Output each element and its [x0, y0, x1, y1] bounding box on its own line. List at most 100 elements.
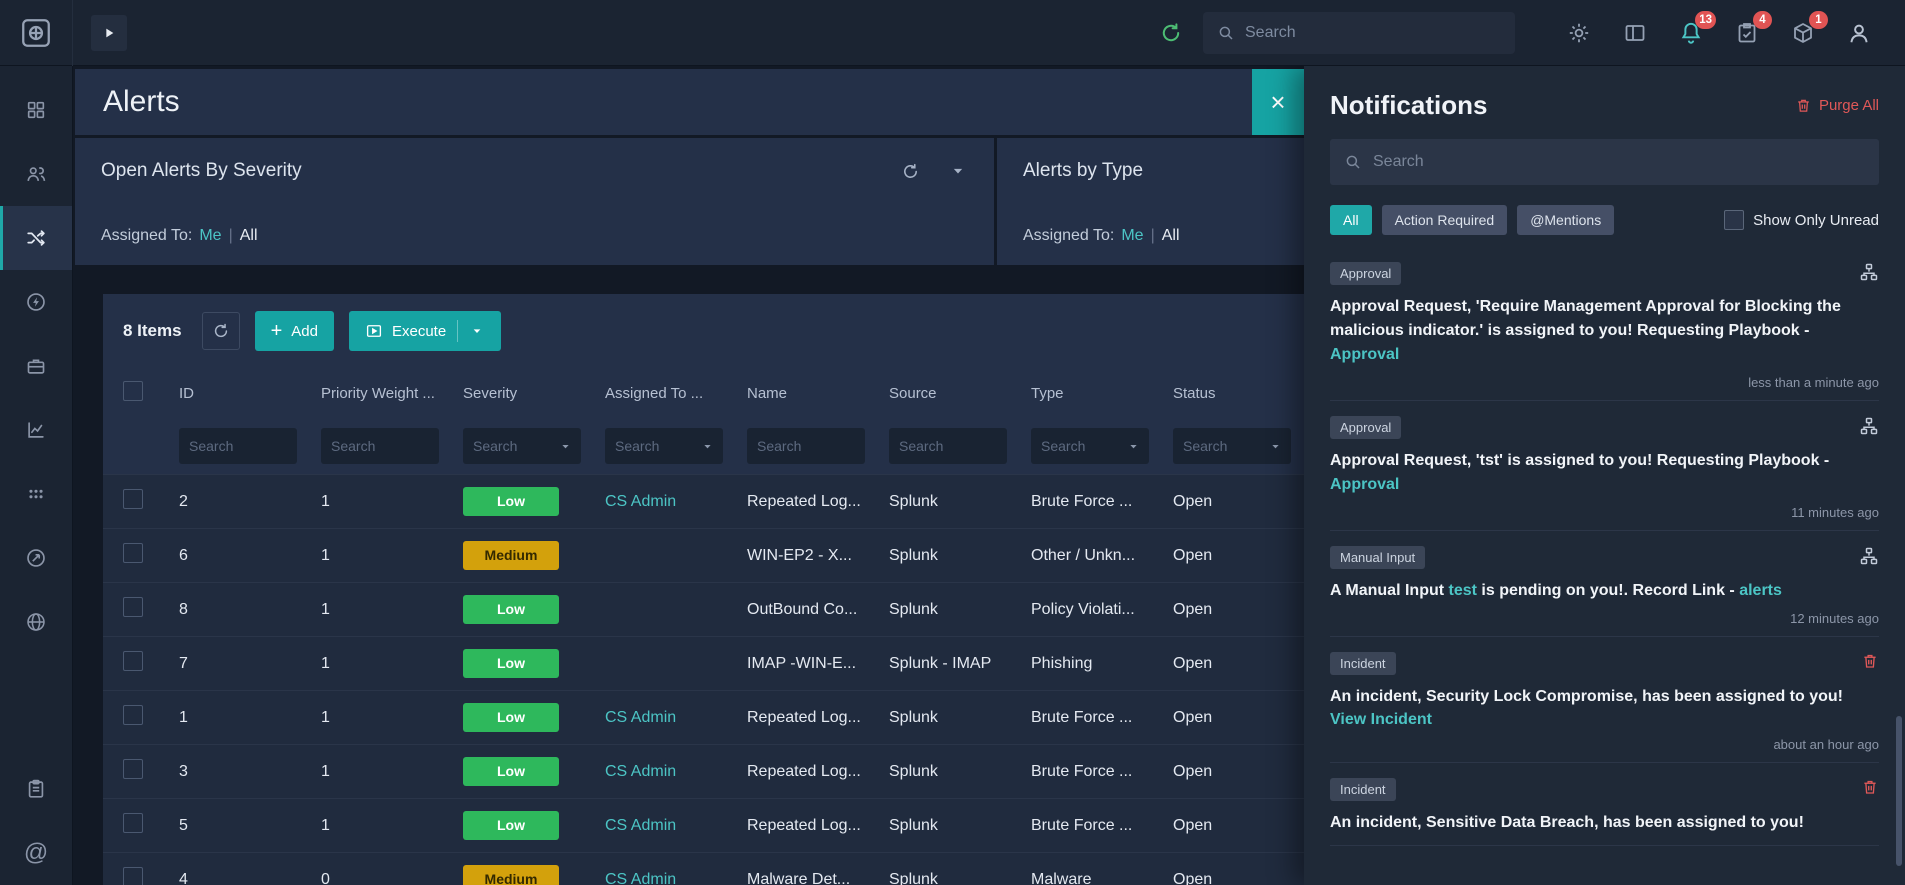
- table-row: 5 1 Low CS Admin Repeated Log... Splunk …: [103, 798, 1365, 852]
- execute-button[interactable]: Execute: [348, 311, 502, 351]
- scrollbar-thumb[interactable]: [1896, 716, 1902, 866]
- sidebar-item-at[interactable]: @: [0, 821, 72, 885]
- play-button[interactable]: [91, 14, 127, 51]
- filter-pill-action-required[interactable]: Action Required: [1381, 205, 1508, 235]
- global-search[interactable]: [1203, 11, 1515, 54]
- cell-name[interactable]: OutBound Co...: [731, 601, 873, 619]
- row-checkbox[interactable]: [123, 543, 143, 563]
- table-row: 1 1 Low CS Admin Repeated Log... Splunk …: [103, 690, 1365, 744]
- notifications-search-input[interactable]: [1373, 153, 1865, 171]
- global-search-input[interactable]: [1245, 23, 1501, 42]
- table-refresh-button[interactable]: [201, 312, 240, 350]
- notifications-search[interactable]: [1330, 139, 1879, 185]
- cell-name[interactable]: IMAP -WIN-E...: [731, 655, 873, 673]
- cell-name[interactable]: Repeated Log...: [731, 709, 873, 727]
- assigned-me-link[interactable]: Me: [199, 227, 221, 245]
- cell-assigned-to[interactable]: CS Admin: [589, 493, 731, 511]
- notification-action-link[interactable]: View Incident: [1330, 711, 1879, 729]
- cell-assigned-to[interactable]: CS Admin: [589, 871, 731, 885]
- row-checkbox[interactable]: [123, 867, 143, 885]
- sidebar-item-bolt[interactable]: [0, 270, 72, 334]
- notification-item[interactable]: Incident An incident, Sensitive Data Bre…: [1330, 763, 1879, 846]
- assigned-me-link[interactable]: Me: [1121, 227, 1143, 245]
- row-checkbox[interactable]: [123, 597, 143, 617]
- cell-name[interactable]: Malware Det...: [731, 871, 873, 885]
- notifications-bell-icon[interactable]: 13: [1677, 10, 1716, 47]
- chevron-down-icon[interactable]: [948, 161, 968, 181]
- filter-name-input[interactable]: [747, 428, 865, 464]
- column-header-source[interactable]: Source: [873, 385, 1015, 402]
- user-avatar[interactable]: [1845, 19, 1873, 47]
- filter-assigned-to-select[interactable]: Search: [605, 428, 723, 464]
- column-header-name[interactable]: Name: [731, 385, 873, 402]
- sidebar-item-people[interactable]: [0, 142, 72, 206]
- refresh-icon[interactable]: [901, 162, 920, 181]
- notifications-panel: Notifications Purge All All Action Requir…: [1304, 66, 1905, 885]
- delete-notification-icon[interactable]: [1861, 652, 1879, 670]
- delete-notification-icon[interactable]: [1861, 778, 1879, 796]
- filter-status-select[interactable]: Search: [1173, 428, 1291, 464]
- layout-columns-icon[interactable]: [1621, 19, 1649, 47]
- settings-gear-icon[interactable]: [1565, 19, 1593, 47]
- sidebar-item-chart[interactable]: [0, 398, 72, 462]
- cell-assigned-to[interactable]: CS Admin: [589, 709, 731, 727]
- cell-name[interactable]: Repeated Log...: [731, 493, 873, 511]
- notification-link[interactable]: Approval: [1330, 476, 1399, 493]
- notification-item[interactable]: Approval Approval Request, 'Require Mana…: [1330, 247, 1879, 401]
- filter-type-select[interactable]: Search: [1031, 428, 1149, 464]
- add-button[interactable]: + Add: [254, 311, 334, 351]
- assigned-all-link[interactable]: All: [240, 227, 258, 245]
- select-all-checkbox[interactable]: [123, 381, 143, 401]
- apps-count-badge: 1: [1809, 10, 1828, 29]
- notification-filters: All Action Required @Mentions: [1330, 205, 1615, 235]
- sync-status-icon[interactable]: [1159, 21, 1183, 45]
- sidebar-item-briefcase[interactable]: [0, 334, 72, 398]
- row-checkbox[interactable]: [123, 705, 143, 725]
- show-only-unread[interactable]: Show Only Unread: [1724, 210, 1879, 230]
- filter-severity-select[interactable]: Search: [463, 428, 581, 464]
- apps-box-icon[interactable]: 1: [1789, 10, 1828, 47]
- notification-item[interactable]: Incident An incident, Security Lock Comp…: [1330, 637, 1879, 763]
- row-checkbox[interactable]: [123, 813, 143, 833]
- sidebar-item-dots[interactable]: [0, 462, 72, 526]
- filter-pill-all[interactable]: All: [1330, 205, 1372, 235]
- column-header-assigned-to[interactable]: Assigned To ...: [589, 385, 731, 402]
- row-checkbox[interactable]: [123, 489, 143, 509]
- filter-priority-weight-input[interactable]: [321, 428, 439, 464]
- cell-name[interactable]: Repeated Log...: [731, 817, 873, 835]
- notification-link[interactable]: alerts: [1739, 582, 1782, 599]
- cell-type: Brute Force ...: [1031, 492, 1133, 510]
- cell-name[interactable]: Repeated Log...: [731, 763, 873, 781]
- notification-link[interactable]: test: [1449, 582, 1477, 599]
- severity-badge: Low: [463, 649, 559, 678]
- app-logo[interactable]: [0, 0, 73, 66]
- sidebar-item-globe[interactable]: [0, 590, 72, 654]
- cell-name[interactable]: WIN-EP2 - X...: [731, 547, 873, 565]
- notification-link[interactable]: Approval: [1330, 346, 1399, 363]
- filter-source-input[interactable]: [889, 428, 1007, 464]
- cell-assigned-to[interactable]: CS Admin: [589, 817, 731, 835]
- filter-pill--mentions[interactable]: @Mentions: [1517, 205, 1615, 235]
- page-title: Alerts: [103, 85, 180, 118]
- notification-item[interactable]: Approval Approval Request, 'tst' is assi…: [1330, 401, 1879, 531]
- column-header-id[interactable]: ID: [163, 385, 305, 402]
- close-panel-button[interactable]: ×: [1252, 69, 1304, 135]
- assigned-all-link[interactable]: All: [1162, 227, 1180, 245]
- sidebar-item-grid[interactable]: [0, 78, 72, 142]
- row-checkbox[interactable]: [123, 651, 143, 671]
- notification-item[interactable]: Manual Input A Manual Input test is pend…: [1330, 531, 1879, 637]
- purge-all-button[interactable]: Purge All: [1795, 97, 1879, 114]
- table-toolbar: 8 Items + Add Execute: [103, 294, 1365, 368]
- column-header-priority-weight[interactable]: Priority Weight ...: [305, 385, 447, 402]
- show-only-unread-checkbox[interactable]: [1724, 210, 1745, 230]
- sidebar-item-shuffle[interactable]: [0, 206, 72, 270]
- tasks-icon[interactable]: 4: [1733, 10, 1772, 47]
- row-checkbox[interactable]: [123, 759, 143, 779]
- sidebar-item-target[interactable]: [0, 526, 72, 590]
- sidebar-item-clipboard[interactable]: [0, 757, 72, 821]
- cell-type: Phishing: [1031, 654, 1093, 672]
- filter-id-input[interactable]: [179, 428, 297, 464]
- cell-assigned-to[interactable]: CS Admin: [589, 763, 731, 781]
- column-header-severity[interactable]: Severity: [447, 385, 589, 402]
- column-header-type[interactable]: Type: [1015, 385, 1157, 402]
